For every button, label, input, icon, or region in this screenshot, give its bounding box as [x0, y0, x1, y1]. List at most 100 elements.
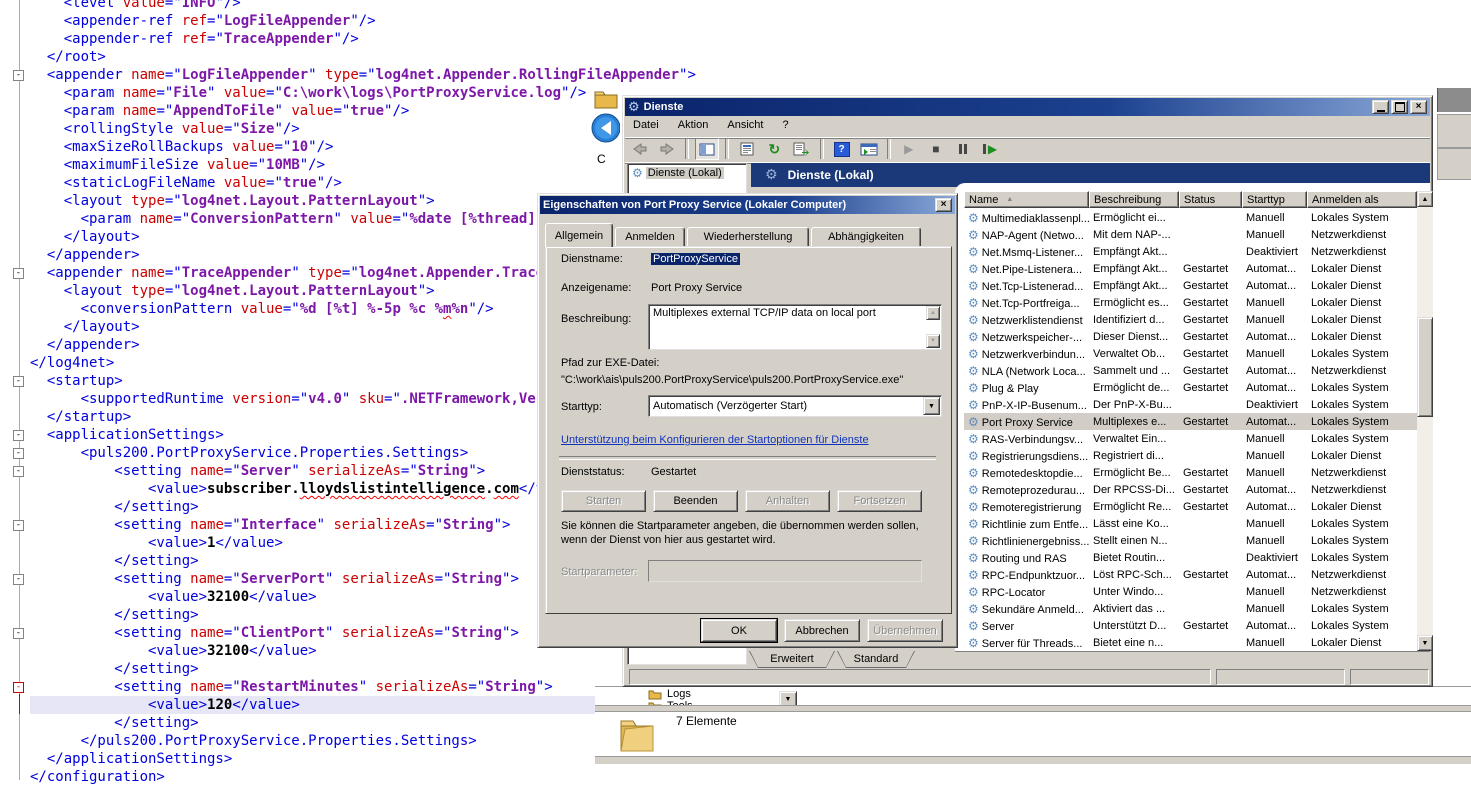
code-line[interactable]: </setting>	[30, 714, 595, 732]
services-scrollbar[interactable]: ▲ ▼	[1417, 191, 1433, 651]
service-row[interactable]: ⚙RemoteregistrierungErmöglicht Re...Gest…	[964, 498, 1417, 515]
service-row[interactable]: ⚙NAP-Agent (Netwo...Mit dem NAP-...Manue…	[964, 226, 1417, 243]
properties-button[interactable]	[735, 138, 759, 160]
code-line[interactable]: </log4net>	[30, 354, 595, 372]
anhalten-button[interactable]: Anhalten	[745, 490, 830, 512]
code-line[interactable]: <appender name="LogFileAppender" type="l…	[30, 66, 595, 84]
scroll-down-button[interactable]: ▼	[1417, 635, 1433, 651]
pause-service-button[interactable]	[951, 138, 975, 160]
restart-service-button[interactable]: ▶	[978, 138, 1002, 160]
menu-item-aktion[interactable]: Aktion	[670, 116, 717, 134]
code-line[interactable]: <setting name="ServerPort" serializeAs="…	[30, 570, 595, 588]
code-line[interactable]: <appender name="TraceAppender" type="log…	[30, 264, 595, 282]
maximize-button[interactable]	[1391, 100, 1408, 114]
code-line[interactable]: <supportedRuntime version="v4.0" sku=".N…	[30, 390, 595, 408]
tab-anmelden[interactable]: Anmelden	[615, 227, 685, 247]
code-line[interactable]: <value>120</value>	[30, 696, 595, 714]
back-button[interactable]	[628, 138, 652, 160]
service-row[interactable]: ⚙Sekundäre Anmeld...Aktiviert das ...Man…	[964, 600, 1417, 617]
abbrechen-button[interactable]: Abbrechen	[784, 619, 860, 642]
explorer-back-icon[interactable]	[590, 112, 620, 144]
code-line[interactable]: </setting>	[30, 606, 595, 624]
stop-service-button[interactable]: ■	[924, 138, 948, 160]
service-row[interactable]: ⚙Plug & PlayErmöglicht de...GestartetAut…	[964, 379, 1417, 396]
tab-erweitert[interactable]: Erweitert	[749, 651, 835, 668]
help-button[interactable]: ?	[830, 138, 854, 160]
tab-standard[interactable]: Standard	[837, 651, 915, 668]
code-line[interactable]: <param name="ConversionPattern" value="%…	[30, 210, 595, 228]
code-line[interactable]: </appender>	[30, 246, 595, 264]
beenden-button[interactable]: Beenden	[653, 490, 738, 512]
code-line[interactable]: <layout type="log4net.Layout.PatternLayo…	[30, 192, 595, 210]
service-row[interactable]: ⚙Net.Pipe-Listenera...Empfängt Akt...Ges…	[964, 260, 1417, 277]
service-row[interactable]: ⚙RPC-LocatorUnter Windo...ManuellNetzwer…	[964, 583, 1417, 600]
fold-marker-icon[interactable]: -	[13, 574, 24, 585]
service-row[interactable]: ⚙ServerUnterstützt D...GestartetAutomat.…	[964, 617, 1417, 634]
combobox-arrow-button[interactable]: ▼	[923, 397, 940, 415]
service-row[interactable]: ⚙Richtlinienergebniss...Stellt einen N..…	[964, 532, 1417, 549]
tab-allgemein[interactable]: Allgemein	[545, 223, 613, 247]
startparameter-input[interactable]	[648, 560, 922, 582]
code-line[interactable]: <rollingStyle value="Size"/>	[30, 120, 595, 138]
code-line[interactable]: <value>1</value>	[30, 534, 595, 552]
service-row[interactable]: ⚙RPC-Endpunktzuor...Löst RPC-Sch...Gesta…	[964, 566, 1417, 583]
fold-marker-icon[interactable]: -	[13, 628, 24, 639]
code-line[interactable]: <setting name="Interface" serializeAs="S…	[30, 516, 595, 534]
code-line[interactable]: </setting>	[30, 660, 595, 678]
code-line[interactable]: </startup>	[30, 408, 595, 426]
fold-marker-icon[interactable]: -	[13, 70, 24, 81]
code-line[interactable]: <layout type="log4net.Layout.PatternLayo…	[30, 282, 595, 300]
forward-button[interactable]	[655, 138, 679, 160]
code-line[interactable]: <param name="AppendToFile" value="true"/…	[30, 102, 595, 120]
service-row[interactable]: ⚙NetzwerklistendienstIdentifiziert d...G…	[964, 311, 1417, 328]
beschreibung-scroll-down[interactable]: ▼	[926, 334, 940, 348]
code-line[interactable]: <value>32100</value>	[30, 642, 595, 660]
close-button[interactable]: ×	[1410, 100, 1427, 114]
code-line[interactable]: <startup>	[30, 372, 595, 390]
tree-item-dienste-lokal[interactable]: ⚙ Dienste (Lokal)	[629, 166, 745, 180]
column-header-name[interactable]: Name▲	[964, 191, 1089, 208]
export-list-button[interactable]	[789, 138, 813, 160]
code-line[interactable]: <level value="INFO"/>	[30, 0, 595, 12]
code-line[interactable]: <conversionPattern value="%d [%t] %-5p %…	[30, 300, 595, 318]
service-row[interactable]: ⚙NLA (Network Loca...Sammelt und ...Gest…	[964, 362, 1417, 379]
starten-button[interactable]: Starten	[561, 490, 646, 512]
menu-item-datei[interactable]: Datei	[625, 116, 667, 134]
column-header-anmelden[interactable]: Anmelden als	[1307, 191, 1417, 208]
beschreibung-field[interactable]: Multiplexes external TCP/IP data on loca…	[648, 304, 942, 350]
code-line[interactable]: <setting name="RestartMinutes" serialize…	[30, 678, 595, 696]
code-line[interactable]: <maximumFileSize value="10MB"/>	[30, 156, 595, 174]
column-header-starttyp[interactable]: Starttyp	[1242, 191, 1307, 208]
code-line[interactable]: </root>	[30, 48, 595, 66]
dialog-titlebar[interactable]: Eigenschaften von Port Proxy Service (Lo…	[540, 196, 955, 214]
scroll-up-button[interactable]: ▲	[1417, 191, 1433, 207]
code-line[interactable]: </setting>	[30, 498, 595, 516]
service-row[interactable]: ⚙Remoteprozedurau...Der RPCSS-Di...Gesta…	[964, 481, 1417, 498]
beschreibung-scroll-up[interactable]: ▲	[926, 306, 940, 320]
dialog-close-button[interactable]: ×	[935, 198, 952, 212]
menu-item-ansicht[interactable]: Ansicht	[719, 116, 771, 134]
code-line[interactable]: <appender-ref ref="TraceAppender"/>	[30, 30, 595, 48]
code-line[interactable]: </applicationSettings>	[30, 750, 595, 768]
fold-marker-icon[interactable]: -	[13, 430, 24, 441]
code-line[interactable]: <param name="File" value="C:\work\logs\P…	[30, 84, 595, 102]
service-row[interactable]: ⚙Multimediaklassenpl...Ermöglicht ei...M…	[964, 209, 1417, 226]
tab-abhaengigkeiten[interactable]: Abhängigkeiten	[811, 227, 921, 247]
show-console-tree-button[interactable]	[695, 138, 719, 160]
extended-view-button[interactable]	[857, 138, 881, 160]
code-line[interactable]: <appender-ref ref="LogFileAppender"/>	[30, 12, 595, 30]
fold-marker-changed-icon[interactable]: -	[13, 682, 24, 693]
service-row[interactable]: ⚙Netzwerkspeicher-...Dieser Dienst...Ges…	[964, 328, 1417, 345]
code-line[interactable]: <setting name="Server" serializeAs="Stri…	[30, 462, 595, 480]
column-header-status[interactable]: Status	[1179, 191, 1242, 208]
service-row[interactable]: ⚙Net.Tcp-Listenerad...Empfängt Akt...Ges…	[964, 277, 1417, 294]
column-header-beschreibung[interactable]: Beschreibung	[1089, 191, 1179, 208]
code-line[interactable]: </layout>	[30, 318, 595, 336]
dienstname-value[interactable]: PortProxyService	[651, 253, 740, 265]
code-line[interactable]: <puls200.PortProxyService.Properties.Set…	[30, 444, 595, 462]
fold-marker-icon[interactable]: -	[13, 448, 24, 459]
code-line[interactable]: <staticLogFileName value="true"/>	[30, 174, 595, 192]
menu-item-hilfe[interactable]: ?	[775, 116, 797, 134]
scrollbar-thumb[interactable]	[1417, 317, 1433, 417]
service-row[interactable]: ⚙Registrierungsdiens...Registriert di...…	[964, 447, 1417, 464]
